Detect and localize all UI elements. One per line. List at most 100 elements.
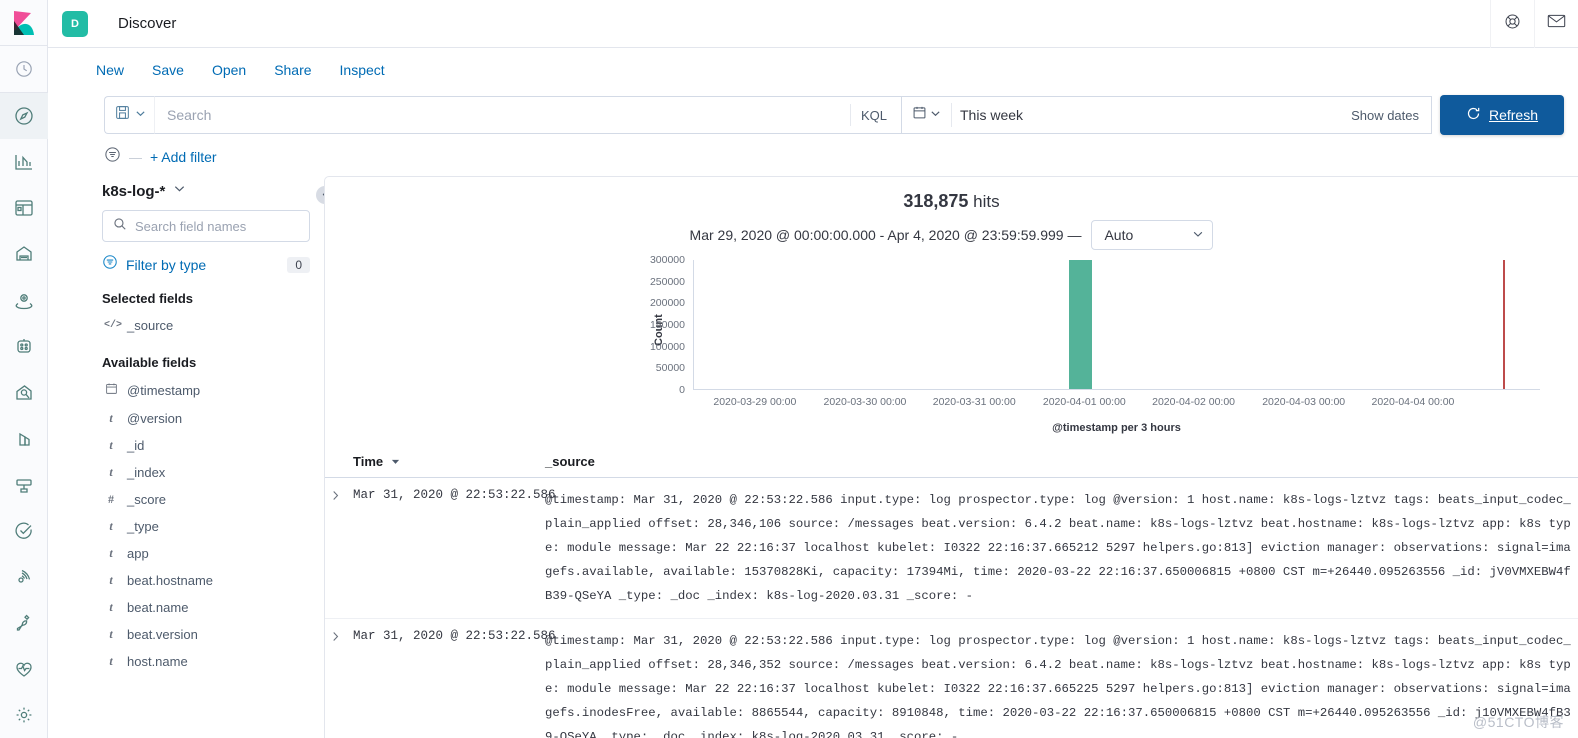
nav-new[interactable]: New bbox=[96, 62, 124, 78]
table-row[interactable]: Mar 31, 2020 @ 22:53:22.586 @timestamp: … bbox=[325, 619, 1578, 738]
filter-by-type-label: Filter by type bbox=[126, 256, 207, 273]
rail-item-logs-stream[interactable] bbox=[0, 554, 48, 600]
discover-histogram: Count 300000 250000 200000 150000 100000… bbox=[325, 254, 1578, 444]
y-tick: 300000 bbox=[649, 254, 685, 266]
rail-item-canvas[interactable] bbox=[0, 231, 48, 277]
add-filter-button[interactable]: + Add filter bbox=[150, 149, 217, 165]
expand-row-chevron-icon bbox=[331, 630, 340, 645]
rail-item-recently-viewed[interactable] bbox=[0, 46, 48, 92]
field-name: @version bbox=[127, 411, 183, 426]
field-type-string-icon: t bbox=[109, 654, 113, 668]
rail-item-maps[interactable] bbox=[0, 277, 48, 323]
field-item-version[interactable]: t @version bbox=[94, 405, 310, 432]
discover-top-nav: New Save Open Share Inspect bbox=[48, 48, 1578, 92]
field-sidebar: k8s-log-* Search field names Filter by t… bbox=[48, 176, 324, 738]
rail-item-visualize[interactable] bbox=[0, 139, 48, 185]
sidebar-collapse-button[interactable] bbox=[316, 186, 324, 204]
rail-item-dev-tools[interactable] bbox=[0, 600, 48, 646]
field-item-beat-name[interactable]: t beat.name bbox=[94, 594, 310, 621]
field-name: beat.version bbox=[127, 627, 198, 642]
available-fields-title: Available fields bbox=[102, 355, 197, 370]
rail-item-monitoring[interactable] bbox=[0, 646, 48, 692]
rail-item-discover[interactable] bbox=[0, 93, 48, 140]
field-name: _type bbox=[127, 519, 159, 534]
field-item-index[interactable]: t _index bbox=[94, 459, 310, 486]
refresh-icon bbox=[1466, 106, 1481, 124]
field-item-source[interactable]: </> _source bbox=[94, 312, 310, 339]
field-item-id[interactable]: t _id bbox=[94, 432, 310, 459]
field-item-host-name[interactable]: t host.name bbox=[94, 648, 310, 675]
sort-desc-icon[interactable] bbox=[391, 454, 400, 469]
discover-main: k8s-log-* Search field names Filter by t… bbox=[48, 176, 1578, 738]
rail-item-management[interactable] bbox=[0, 692, 48, 738]
app-badge: D bbox=[62, 10, 88, 37]
newsfeed-button[interactable] bbox=[1534, 0, 1578, 48]
saved-query-chevron-down-icon bbox=[135, 106, 146, 124]
documents-table: Time _source Mar 31, 2020 @ 22:53:22.586… bbox=[325, 448, 1578, 738]
x-axis-title: @timestamp per 3 hours bbox=[1052, 422, 1181, 434]
apm-icon bbox=[14, 383, 34, 403]
rail-item-uptime[interactable] bbox=[0, 508, 48, 554]
time-range-text: Mar 29, 2020 @ 00:00:00.000 - Apr 4, 202… bbox=[689, 227, 1082, 243]
infrastructure-icon bbox=[14, 475, 34, 495]
query-language-button[interactable]: KQL bbox=[849, 104, 891, 126]
time-column-header[interactable]: Time bbox=[353, 454, 545, 469]
field-item-beat-hostname[interactable]: t beat.hostname bbox=[94, 567, 310, 594]
discover-compass-icon bbox=[14, 106, 34, 126]
field-type-code-icon: </> bbox=[104, 320, 123, 331]
dev-tools-wrench-icon bbox=[14, 613, 34, 633]
index-pattern-name: k8s-log-* bbox=[102, 182, 166, 200]
y-tick: 150000 bbox=[649, 319, 685, 331]
histogram-plot-area[interactable] bbox=[693, 260, 1540, 390]
date-range-value[interactable]: This week bbox=[960, 107, 1343, 123]
rail-item-machine-learning[interactable] bbox=[0, 323, 48, 369]
nav-save[interactable]: Save bbox=[152, 62, 184, 78]
rail-item-infrastructure[interactable] bbox=[0, 462, 48, 508]
rail-item-siem[interactable] bbox=[0, 416, 48, 462]
date-picker[interactable]: This week Show dates bbox=[902, 96, 1432, 134]
x-tick: 2020-03-31 00:00 bbox=[932, 396, 1016, 408]
field-type-string-icon: t bbox=[109, 519, 113, 533]
filter-by-type-count: 0 bbox=[287, 256, 310, 273]
field-item-app[interactable]: t app bbox=[94, 540, 310, 567]
field-item-beat-version[interactable]: t beat.version bbox=[94, 621, 310, 648]
refresh-button[interactable]: Refresh bbox=[1440, 95, 1564, 135]
y-tick: 250000 bbox=[649, 275, 685, 288]
date-picker-quick-menu-button[interactable] bbox=[912, 103, 952, 127]
y-tick: 200000 bbox=[649, 297, 685, 310]
filter-options-button[interactable] bbox=[104, 146, 121, 168]
rail-item-apm[interactable] bbox=[0, 370, 48, 416]
expand-row-chevron-icon bbox=[331, 489, 340, 504]
nav-share[interactable]: Share bbox=[274, 62, 311, 78]
query-bar: Search KQL This week Show dates Refresh bbox=[48, 92, 1578, 138]
field-item-timestamp[interactable]: @timestamp bbox=[94, 376, 310, 405]
monitoring-heartbeat-icon bbox=[14, 659, 34, 679]
y-tick: 100000 bbox=[649, 340, 685, 353]
filter-by-type-button[interactable]: Filter by type 0 bbox=[102, 254, 310, 275]
field-item-score[interactable]: # _score bbox=[94, 486, 310, 513]
siem-shield-icon bbox=[14, 429, 34, 449]
app-header: D Discover bbox=[48, 0, 1578, 48]
table-row[interactable]: Mar 31, 2020 @ 22:53:22.586 @timestamp: … bbox=[325, 478, 1578, 619]
expand-row-button[interactable] bbox=[325, 629, 353, 738]
time-column-label: Time bbox=[353, 454, 384, 469]
kibana-logo[interactable] bbox=[0, 0, 48, 47]
interval-value: Auto bbox=[1104, 227, 1134, 243]
search-placeholder: Search bbox=[167, 107, 212, 123]
nav-inspect[interactable]: Inspect bbox=[340, 62, 385, 78]
histogram-bar[interactable] bbox=[1068, 260, 1093, 389]
x-tick: 2020-04-03 00:00 bbox=[1262, 396, 1346, 408]
show-dates-button[interactable]: Show dates bbox=[1351, 108, 1419, 123]
nav-open[interactable]: Open bbox=[212, 62, 246, 78]
expand-row-button[interactable] bbox=[325, 488, 353, 608]
help-button[interactable] bbox=[1490, 0, 1534, 48]
field-name: _index bbox=[127, 465, 166, 480]
app-content: D Discover New Save Open Share Inspect S… bbox=[48, 0, 1578, 738]
interval-select[interactable]: Auto bbox=[1091, 220, 1214, 250]
search-input[interactable]: Search KQL bbox=[154, 96, 902, 134]
rail-item-dashboard[interactable] bbox=[0, 185, 48, 231]
field-item-type[interactable]: t _type bbox=[94, 513, 310, 540]
index-pattern-selector[interactable]: k8s-log-* bbox=[94, 176, 310, 210]
field-search-input[interactable]: Search field names bbox=[102, 210, 310, 242]
saved-query-button[interactable] bbox=[104, 96, 154, 134]
